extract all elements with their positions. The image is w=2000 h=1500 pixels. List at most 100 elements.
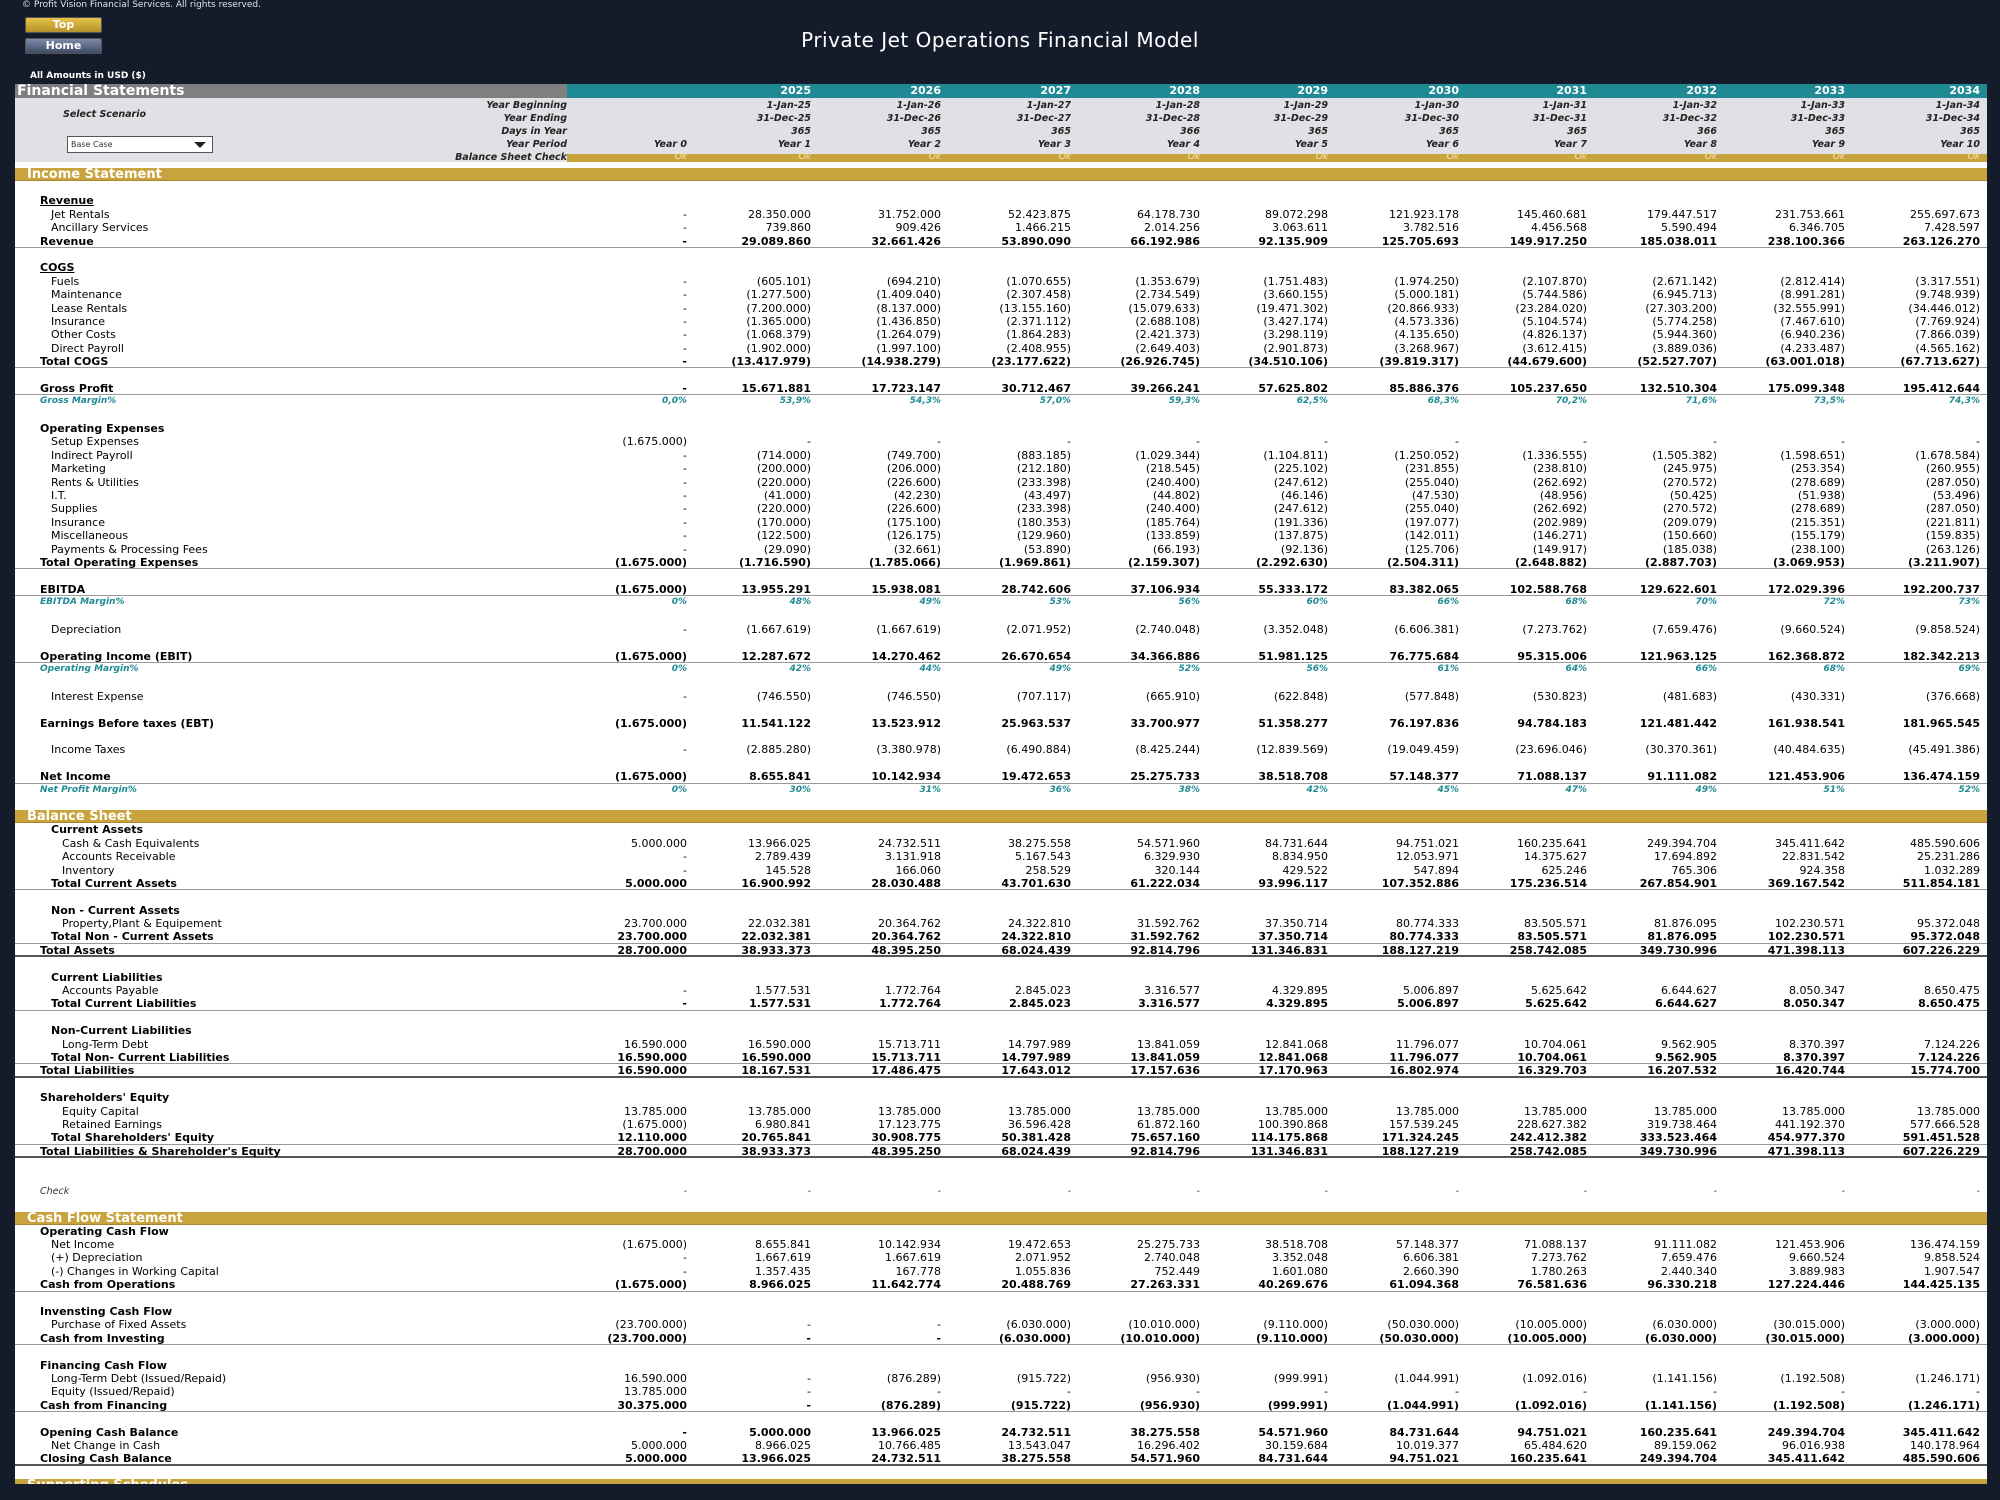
table-row: Operating Expenses: [15, 422, 1987, 435]
row-cell: 6.644.627: [1661, 984, 1717, 998]
table-row: Inventory - 145.528 166.060 258.529 320.144 42…: [15, 864, 1987, 877]
row-cell: 1.357.435: [755, 1264, 811, 1278]
table-row: Long-Term Debt (Issued/Repaid) 16.590.000…: [15, 1372, 1987, 1385]
row-cell: (4.135.650): [1394, 328, 1459, 342]
row-cell: 17.723.147: [871, 381, 941, 395]
row-label: Payments & Processing Fees: [51, 542, 208, 556]
table-row: Total Non- Current Liabilities 16.590.000…: [15, 1051, 1987, 1065]
row-label: Total Non- Current Liabilities: [51, 1051, 230, 1064]
meta-label: Days in Year: [501, 126, 567, 137]
table-row: Closing Cash Balance 5.000.000 13.966.025 2…: [15, 1452, 1987, 1466]
row-cell: 48.395.250: [871, 1144, 941, 1158]
row-cell: (1.598.651): [1780, 448, 1845, 462]
meta-cell: 365: [1308, 126, 1328, 137]
row-label: Cash from Financing: [40, 1398, 168, 1412]
row-cell: (23.696.046): [1515, 743, 1587, 757]
year-header-cell: 2033: [1814, 84, 1845, 97]
row-cell: 2.014.256: [1144, 221, 1200, 235]
row-cell: (1.436.850): [876, 314, 941, 328]
row-cell: 127.224.446: [1767, 1278, 1845, 1292]
meta-cell: 1-Jan-29: [1283, 100, 1328, 111]
row-cell: 42%: [789, 664, 811, 675]
row-cell: 171.324.245: [1381, 1131, 1459, 1145]
row-cell: -: [807, 1371, 811, 1385]
row-cell: 172.029.396: [1767, 582, 1845, 596]
row-cell: -: [1455, 1385, 1459, 1399]
meta-cell: 31-Dec-34: [1925, 113, 1980, 124]
row-cell: 765.306: [1671, 863, 1718, 877]
row-cell: -: [1583, 1185, 1587, 1197]
meta-cell: 365: [791, 126, 811, 137]
row-cell: (226.600): [886, 502, 941, 516]
row-cell: 13.785.000: [748, 1104, 811, 1118]
row-label: Setup Expenses: [51, 435, 139, 449]
row-cell: 132.510.304: [1639, 381, 1717, 395]
row-cell: (221.811): [1925, 515, 1980, 529]
row-cell: 1.032.289: [1924, 863, 1980, 877]
row-cell: (20.866.933): [1387, 301, 1459, 315]
row-cell: (7.769.924): [1915, 314, 1980, 328]
row-cell: 68%: [1823, 664, 1845, 675]
row-cell: 16.590.000: [748, 1037, 811, 1051]
row-cell: 25.231.286: [1917, 850, 1980, 864]
row-cell: (2.649.403): [1135, 341, 1200, 355]
row-cell: 145.528: [765, 863, 812, 877]
row-cell: 10.704.061: [1524, 1037, 1587, 1051]
meta-cell: 31-Dec-31: [1532, 113, 1587, 124]
row-cell: (5.944.360): [1652, 328, 1717, 342]
row-cell: (622.848): [1273, 689, 1328, 703]
row-cell: 333.523.464: [1639, 1131, 1717, 1145]
row-cell: (956.930): [1145, 1371, 1200, 1385]
row-cell: (1.667.619): [746, 622, 811, 636]
row-cell: -: [683, 1185, 687, 1197]
row-cell: 249.394.704: [1639, 1452, 1717, 1466]
row-cell: 8.650.475: [1924, 984, 1980, 998]
row-cell: 267.854.901: [1639, 876, 1717, 890]
row-cell: (2.408.955): [1006, 341, 1071, 355]
row-cell: 28.742.606: [1001, 582, 1071, 596]
table-row: Non-Current Liabilities: [15, 1024, 1987, 1037]
row-cell: (3.660.155): [1263, 288, 1328, 302]
row-cell: 95.372.048: [1917, 917, 1980, 931]
row-cell: 102.230.571: [1775, 917, 1845, 931]
row-cell: 121.481.442: [1639, 716, 1717, 730]
row-cell: -: [683, 502, 687, 516]
row-cell: 8.370.397: [1789, 1037, 1845, 1051]
row-cell: 75.657.160: [1130, 1131, 1200, 1145]
row-cell: 94.751.021: [1389, 1452, 1459, 1466]
row-cell: -: [1455, 1185, 1459, 1197]
row-label: Operating Margin%: [40, 664, 139, 675]
row-cell: (137.875): [1273, 529, 1328, 543]
row-cell: (46.146): [1280, 488, 1328, 502]
row-cell: -: [1713, 435, 1717, 449]
row-cell: 166.060: [895, 863, 942, 877]
row-cell: 95.315.006: [1517, 649, 1587, 663]
row-cell: (3.427.174): [1263, 314, 1328, 328]
row-cell: 53.890.090: [1001, 234, 1071, 248]
row-label: Net Change in Cash: [51, 1438, 161, 1452]
row-cell: (23.284.020): [1515, 301, 1587, 315]
row-cell: -: [1713, 1185, 1717, 1197]
row-cell: (883.185): [1016, 448, 1071, 462]
row-cell: (30.015.000): [1773, 1318, 1845, 1332]
table-row: Operating Cash Flow: [15, 1225, 1987, 1238]
row-cell: 55.333.172: [1258, 582, 1328, 596]
row-cell: 38.933.373: [741, 1144, 811, 1158]
row-cell: (2.371.112): [1006, 314, 1071, 328]
table-row: Rents & Utilities - (220.000) (226.600) (233…: [15, 476, 1987, 489]
bs-check-cell: Ok: [1704, 152, 1717, 162]
table-row: Long-Term Debt 16.590.000 16.590.000 15.713…: [15, 1038, 1987, 1051]
blank-row: [15, 610, 1987, 623]
row-cell: (45.491.386): [1908, 743, 1980, 757]
row-cell: (749.700): [886, 448, 941, 462]
row-cell: (956.930): [1139, 1398, 1200, 1412]
row-cell: 258.529: [1025, 863, 1072, 877]
row-cell: 80.774.333: [1396, 917, 1459, 931]
row-cell: (245.975): [1662, 462, 1717, 476]
top-bar: © Profit Vision Financial Services. All …: [0, 0, 2000, 84]
row-cell: (876.289): [886, 1371, 941, 1385]
row-cell: 258.742.085: [1509, 943, 1587, 957]
row-cell: 13.966.025: [871, 1425, 941, 1439]
row-cell: (32.555.991): [1773, 301, 1845, 315]
row-cell: 37.350.714: [1265, 917, 1328, 931]
